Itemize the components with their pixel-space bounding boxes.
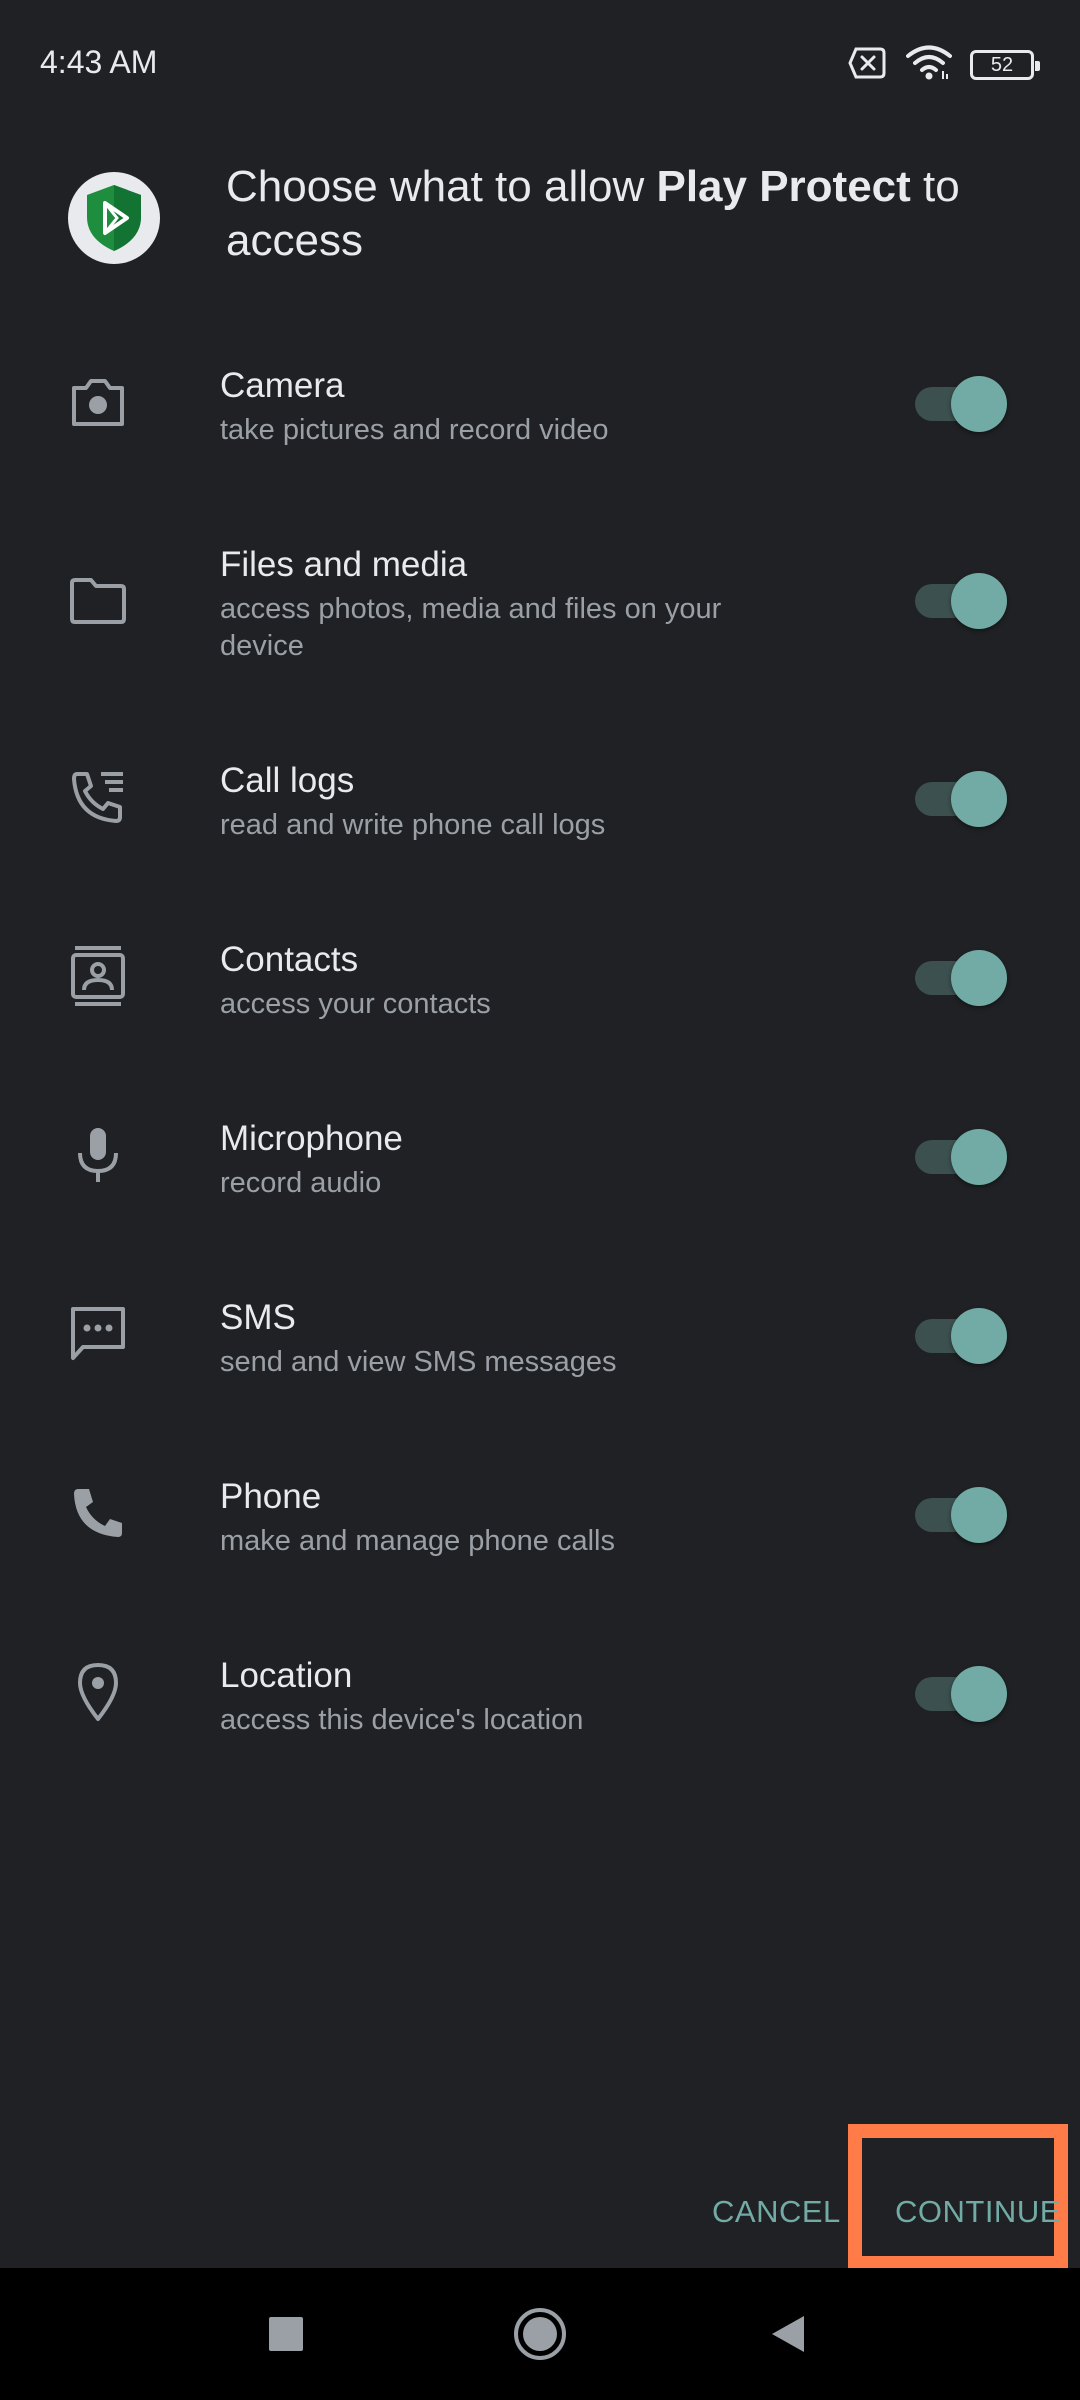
permission-description: make and manage phone calls [220,1525,615,1557]
dialog-actions: CANCEL CONTINUE [0,2120,1080,2270]
camera-toggle[interactable] [915,376,1007,432]
permissions-screen: 4:43 AM 52 Choose what to allow Play Pro… [0,0,1080,2400]
wifi-icon [906,45,952,86]
permission-title: Location [220,1656,353,1695]
navigation-bar [0,2268,1080,2400]
permission-title: Camera [220,366,345,405]
permission-description: take pictures and record video [220,414,609,446]
folder-icon [68,571,128,631]
camera-icon [68,372,128,432]
permission-text: Camera take pictures and record video [220,364,780,449]
battery-icon: 52 [970,50,1040,80]
files-toggle[interactable] [915,573,1007,629]
no-sim-icon [848,47,888,84]
permission-description: read and write phone call logs [220,809,606,841]
permission-text: Phone make and manage phone calls [220,1475,780,1560]
permission-description: access photos, media and files on your d… [220,593,722,662]
microphone-toggle[interactable] [915,1129,1007,1185]
permission-title: Call logs [220,761,355,800]
permission-description: access this device's location [220,1704,584,1736]
toggle-thumb [951,1308,1007,1364]
status-time: 4:43 AM [40,44,158,80]
home-icon[interactable] [508,2302,572,2366]
cancel-button[interactable]: CANCEL [712,2194,841,2230]
back-icon[interactable] [756,2302,820,2366]
sms-icon [68,1304,128,1364]
toggle-thumb [951,1487,1007,1543]
phone-icon [68,1483,128,1543]
permission-title: Microphone [220,1119,403,1158]
permission-title: Contacts [220,940,359,979]
permission-text: SMS send and view SMS messages [220,1296,780,1381]
location-icon [68,1662,128,1722]
continue-button[interactable]: CONTINUE [895,2194,1061,2230]
permission-title: Phone [220,1477,322,1516]
status-bar: 4:43 AM 52 [0,0,1080,130]
toggle-thumb [951,771,1007,827]
permission-title: Files and media [220,545,468,584]
recents-icon[interactable] [254,2302,318,2366]
location-toggle[interactable] [915,1666,1007,1722]
permission-text: Location access this device's location [220,1654,780,1739]
battery-level: 52 [990,54,1014,76]
sms-toggle[interactable] [915,1308,1007,1364]
dialog-title: Choose what to allow Play Protect to acc… [226,160,1006,268]
microphone-icon [68,1125,128,1185]
call-logs-toggle[interactable] [915,771,1007,827]
permission-text: Microphone record audio [220,1117,780,1202]
toggle-thumb [951,573,1007,629]
contacts-icon [68,946,128,1006]
permission-description: record audio [220,1167,382,1199]
status-icons: 52 [848,44,1040,86]
toggle-thumb [951,1666,1007,1722]
title-prefix: Choose what to allow [226,162,657,211]
toggle-thumb [951,1129,1007,1185]
play-protect-shield-icon [68,172,160,264]
phone-toggle[interactable] [915,1487,1007,1543]
permission-text: Call logs read and write phone call logs [220,759,780,844]
permission-text: Contacts access your contacts [220,938,780,1023]
permission-description: access your contacts [220,988,491,1020]
toggle-thumb [951,376,1007,432]
call-log-icon [68,767,128,827]
toggle-thumb [951,950,1007,1006]
permission-text: Files and media access photos, media and… [220,543,780,665]
contacts-toggle[interactable] [915,950,1007,1006]
permission-title: SMS [220,1298,296,1337]
permission-description: send and view SMS messages [220,1346,617,1378]
app-name: Play Protect [656,162,911,211]
